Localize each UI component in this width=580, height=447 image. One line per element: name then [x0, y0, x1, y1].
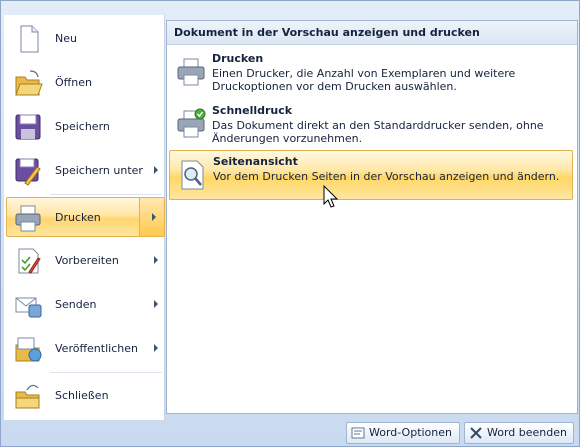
submenu-item-title: Schnelldruck: [212, 104, 293, 117]
save-as-icon: [15, 158, 41, 186]
printer-icon: [177, 58, 205, 86]
open-folder-icon: [15, 70, 43, 96]
word-exit-label: Word beenden: [487, 426, 567, 439]
menu-item-veroeffentlichen[interactable]: Veröffentlichen: [7, 329, 164, 369]
menu-label: Öffnen: [55, 76, 92, 89]
submenu-item-schnelldruck[interactable]: Schnelldruck Das Dokument direkt an den …: [169, 100, 573, 150]
menu-label: Schließen: [55, 389, 109, 402]
menu-separator: [50, 372, 162, 373]
word-options-button[interactable]: Word-Optionen: [346, 422, 460, 444]
submenu-item-title: Drucken: [212, 52, 264, 65]
office-menu-window: Neu Öffnen Speichern Speichern unter Dru…: [0, 0, 580, 447]
menu-label: Speichern unter: [55, 164, 143, 177]
options-icon: [351, 427, 365, 439]
word-options-label: Word-Optionen: [369, 426, 452, 439]
printer-icon: [15, 205, 41, 232]
word-exit-button[interactable]: Word beenden: [464, 422, 574, 444]
submenu-header: Dokument in der Vorschau anzeigen und dr…: [167, 21, 577, 45]
menu-separator: [50, 194, 162, 195]
submenu-item-seitenansicht[interactable]: Seitenansicht Vor dem Drucken Seiten in …: [169, 150, 573, 200]
submenu-arrow-icon: [154, 344, 158, 352]
print-preview-icon: [181, 160, 204, 190]
menu-item-drucken[interactable]: Drucken: [6, 197, 165, 237]
menu-item-oeffnen[interactable]: Öffnen: [7, 63, 164, 103]
submenu-item-title: Seitenansicht: [213, 155, 298, 168]
menu-item-senden[interactable]: Senden: [7, 285, 164, 325]
menu-label: Vorbereiten: [55, 254, 119, 267]
submenu-arrow-icon: [152, 213, 156, 221]
close-icon: [470, 427, 482, 439]
new-document-icon: [20, 25, 39, 53]
menu-label: Senden: [55, 298, 97, 311]
print-submenu: Dokument in der Vorschau anzeigen und dr…: [166, 20, 578, 414]
submenu-arrow-icon: [154, 300, 158, 308]
menu-label: Drucken: [55, 211, 101, 224]
close-folder-icon: [15, 384, 40, 409]
save-icon: [15, 114, 41, 140]
menu-label: Speichern: [55, 120, 110, 133]
submenu-item-description: Das Dokument direkt an den Standarddruck…: [212, 119, 544, 145]
submenu-item-description: Einen Drucker, die Anzahl von Exemplaren…: [212, 67, 516, 93]
submenu-item-description: Vor dem Drucken Seiten in der Vorschau a…: [213, 170, 560, 183]
menu-label: Neu: [55, 32, 77, 45]
publish-icon: [15, 337, 42, 362]
submenu-item-drucken[interactable]: Drucken Einen Drucker, die Anzahl von Ex…: [169, 48, 573, 98]
menu-item-schliessen[interactable]: Schließen: [7, 376, 164, 416]
quick-print-icon: [177, 108, 206, 138]
menu-item-neu[interactable]: Neu: [7, 19, 164, 59]
menu-item-speichern[interactable]: Speichern: [7, 107, 164, 147]
mouse-cursor-icon: [323, 185, 339, 208]
menu-label: Veröffentlichen: [55, 342, 138, 355]
office-button-menu: Neu Öffnen Speichern Speichern unter Dru…: [4, 15, 165, 420]
prepare-icon: [18, 248, 41, 274]
menu-item-speichern-unter[interactable]: Speichern unter: [7, 151, 164, 191]
menu-item-vorbereiten[interactable]: Vorbereiten: [7, 241, 164, 281]
submenu-arrow-icon: [154, 256, 158, 264]
send-icon: [15, 297, 42, 318]
submenu-arrow-icon: [154, 166, 158, 174]
